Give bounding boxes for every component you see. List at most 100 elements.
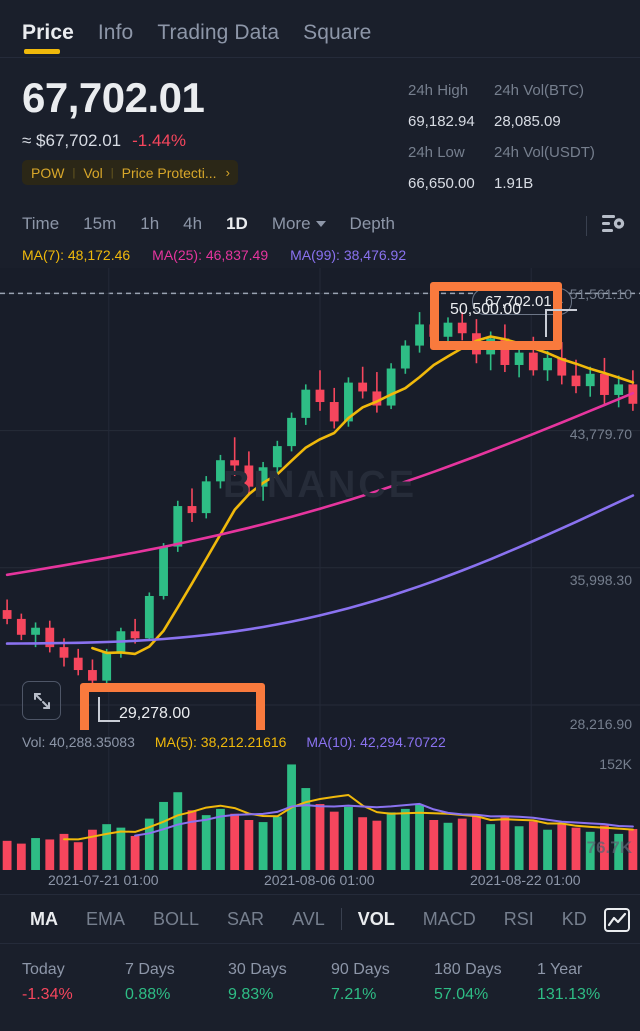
- indicator-tab-vol-label: VOL: [357, 908, 395, 929]
- timeframe-1d[interactable]: 1D: [226, 214, 248, 234]
- timeframe-1h-label: 1h: [140, 214, 160, 233]
- stat-value-24h-high: 69,182.94: [408, 113, 475, 130]
- perf-today-label: Today: [22, 961, 65, 978]
- indicator-divider: [340, 908, 342, 930]
- perf-1year: 1 Year 131.13%: [537, 958, 640, 1008]
- volume-legend: Vol: 40,288.35083 MA(5): 38,212.21616 MA…: [22, 734, 446, 750]
- chart-settings-icon[interactable]: [600, 212, 626, 239]
- indicator-tab-ema[interactable]: EMA: [72, 909, 139, 930]
- timeframe-4h[interactable]: 4h: [183, 214, 202, 234]
- tag-pow: POW: [31, 164, 65, 181]
- perf-180days-value: 57.04%: [434, 986, 489, 1003]
- perf-1year-value: 131.13%: [537, 986, 601, 1003]
- indicator-tab-sar[interactable]: SAR: [213, 909, 278, 930]
- perf-30days-label: 30 Days: [228, 961, 287, 978]
- annotation-leader-lower-v: [98, 697, 100, 722]
- volume-axis-top: 152K: [599, 756, 632, 772]
- tab-square[interactable]: Square: [303, 21, 371, 57]
- stat-label-24h-vol-usdt: 24h Vol(USDT): [494, 144, 595, 161]
- stat-value-24h-vol-btc: 28,085.09: [494, 113, 561, 130]
- perf-90days-label: 90 Days: [331, 961, 390, 978]
- timeframe-time-label: Time: [22, 214, 60, 233]
- volume-legend-vol: Vol: 40,288.35083: [22, 734, 135, 750]
- indicator-tab-ma[interactable]: MA: [16, 909, 72, 930]
- y-axis-label-2: 35,998.30: [569, 572, 632, 588]
- perf-90days-value: 7.21%: [331, 986, 377, 1003]
- ma-legend: MA(7): 48,172.46 MA(25): 46,837.49 MA(99…: [0, 244, 640, 268]
- timeframe-more-label: More: [271, 214, 311, 233]
- perf-90days: 90 Days 7.21%: [331, 958, 434, 1008]
- fullscreen-icon: [33, 692, 50, 709]
- timeframe-more[interactable]: More: [272, 214, 326, 234]
- tab-info-label: Info: [97, 21, 134, 44]
- chevron-down-icon: [315, 221, 326, 227]
- perf-30days: 30 Days 9.83%: [228, 958, 331, 1008]
- indicator-tab-rsi[interactable]: RSI: [490, 909, 548, 930]
- volume-legend-ma10: MA(10): 42,294.70722: [306, 734, 446, 750]
- perf-180days: 180 Days 57.04%: [434, 958, 537, 1008]
- indicator-tab-vol[interactable]: VOL: [344, 909, 409, 930]
- y-axis-label-1: 43,779.70: [569, 426, 632, 442]
- x-axis-label-2: 2021-08-22 01:00: [470, 872, 581, 888]
- tab-square-label: Square: [303, 21, 372, 44]
- timeframe-15m[interactable]: 15m: [83, 214, 116, 234]
- perf-7days-label: 7 Days: [125, 961, 175, 978]
- stat-label-24h-low: 24h Low: [408, 144, 465, 161]
- ma-legend-ma25: MA(25): 46,837.49: [152, 247, 269, 263]
- annotation-label-lower: 29,278.00: [119, 705, 191, 722]
- x-axis-label-0: 2021-07-21 01:00: [48, 872, 159, 888]
- fullscreen-button[interactable]: [22, 681, 61, 720]
- performance-row: Today -1.34% 7 Days 0.88% 30 Days 9.83% …: [0, 944, 640, 1008]
- volume-legend-ma5: MA(5): 38,212.21616: [154, 734, 287, 750]
- timeframe-depth[interactable]: Depth: [350, 214, 395, 234]
- chevron-right-icon[interactable]: ›: [217, 165, 230, 180]
- timeframe-depth-label: Depth: [349, 214, 395, 233]
- volume-chart[interactable]: Vol: 40,288.35083 MA(5): 38,212.21616 MA…: [0, 730, 640, 870]
- stat-value-24h-low: 66,650.00: [408, 175, 475, 192]
- candlestick-chart[interactable]: BINANCE 51,561.10 43,779.70 35,998.30 28…: [0, 268, 640, 745]
- timeframe-1h[interactable]: 1h: [140, 214, 159, 234]
- timeframe-15m-label: 15m: [83, 214, 117, 233]
- tag-divider: |: [110, 166, 114, 179]
- tag-vol: Vol: [83, 164, 103, 181]
- indicator-tab-boll[interactable]: BOLL: [139, 909, 213, 930]
- timeframe-4h-label: 4h: [183, 214, 203, 233]
- annotation-leader-lower-h: [98, 720, 120, 722]
- tab-info[interactable]: Info: [98, 21, 133, 57]
- indicator-tab-kd-label: KD: [561, 908, 587, 929]
- timeframe-bar: Time 15m 1h 4h 1D More Depth: [0, 204, 640, 244]
- y-axis-label-0: 51,561.10: [569, 286, 632, 302]
- perf-today-value: -1.34%: [22, 986, 73, 1003]
- x-axis-label-1: 2021-08-06 01:00: [264, 872, 375, 888]
- indicator-tab-bar: MA EMA BOLL SAR AVL VOL MACD RSI KD: [0, 894, 640, 944]
- ma-legend-ma99: MA(99): 38,476.92: [290, 247, 407, 263]
- market-stats: 24h High 24h Vol(BTC) 69,182.94 28,085.0…: [408, 80, 628, 195]
- timeframe-time[interactable]: Time: [22, 214, 59, 234]
- annotation-leader-upper-h: [545, 309, 577, 311]
- tab-price-label: Price: [22, 21, 74, 44]
- token-tag-group[interactable]: POW | Vol | Price Protecti... ›: [22, 160, 238, 185]
- perf-1year-label: 1 Year: [537, 961, 583, 978]
- ma-legend-ma7: MA(7): 48,172.46: [22, 247, 131, 263]
- indicator-tab-avl[interactable]: AVL: [278, 909, 339, 930]
- stat-label-24h-vol-btc: 24h Vol(BTC): [494, 82, 585, 99]
- tag-price-protection: Price Protecti...: [121, 164, 217, 181]
- tab-price[interactable]: Price: [22, 21, 74, 57]
- price-usd-approx: ≈ $67,702.01: [22, 131, 122, 150]
- volume-axis-bottom: 76.7K: [586, 838, 632, 857]
- toolbar-divider: [586, 215, 587, 236]
- tag-divider: |: [72, 166, 76, 179]
- annotation-label-upper: 50,500.00: [450, 301, 522, 318]
- indicator-tab-kd[interactable]: KD: [548, 909, 601, 930]
- price-summary: 67,702.01 ≈ $67,702.01 -1.44% POW | Vol …: [0, 58, 640, 204]
- indicator-tab-macd[interactable]: MACD: [409, 909, 490, 930]
- indicator-tab-macd-label: MACD: [422, 908, 476, 929]
- tab-trading-data[interactable]: Trading Data: [157, 21, 279, 57]
- perf-30days-value: 9.83%: [228, 986, 274, 1003]
- chart-type-icon[interactable]: [604, 908, 630, 937]
- indicator-tab-ma-label: MA: [30, 908, 58, 929]
- volume-plot-svg: [2, 730, 638, 870]
- indicator-tab-avl-label: AVL: [292, 908, 325, 929]
- chart-tools: [586, 212, 626, 239]
- timeframe-1d-label: 1D: [226, 214, 248, 233]
